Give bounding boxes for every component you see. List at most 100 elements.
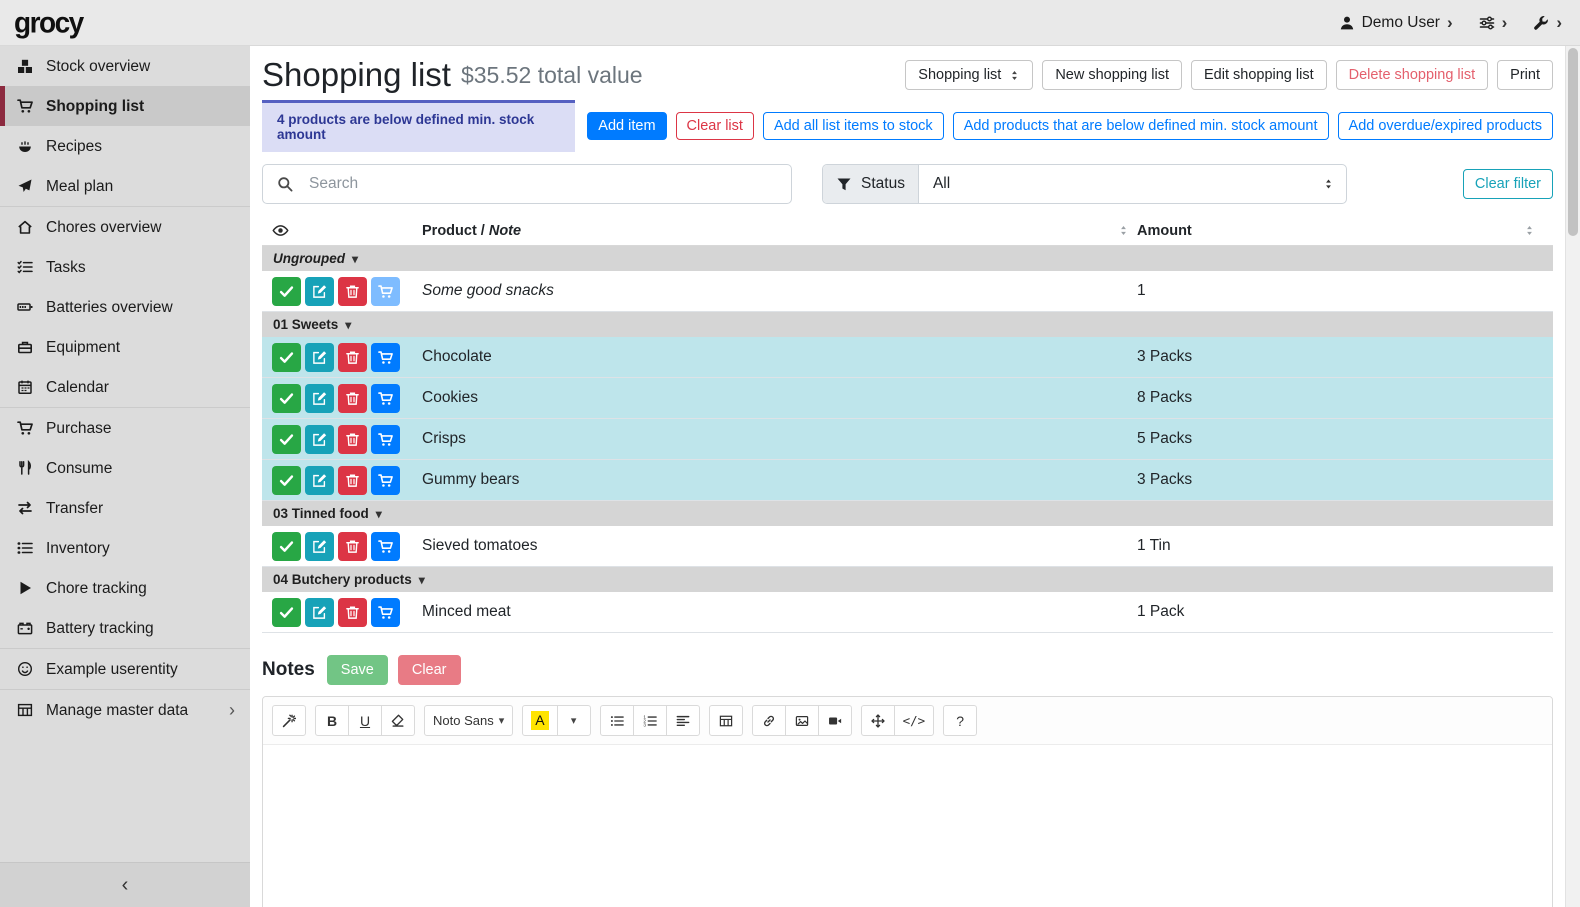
mark-done-button[interactable] [272,466,301,495]
edit-item-button[interactable] [305,384,334,413]
sidebar-item-recipes[interactable]: Recipes [0,126,250,166]
toggle-done-items-button[interactable] [272,222,289,239]
scrollbar-thumb[interactable] [1568,48,1578,236]
code-view-button[interactable]: </> [894,705,935,736]
underline-button[interactable]: U [348,705,382,736]
sort-icon[interactable] [1118,224,1129,237]
add-to-stock-button[interactable] [371,466,400,495]
delete-shopping-list-button[interactable]: Delete shopping list [1336,60,1489,90]
mark-done-button[interactable] [272,425,301,454]
delete-item-button[interactable] [338,466,367,495]
sidebar-item-equipment[interactable]: Equipment [0,327,250,367]
sidebar-item-example-userentity[interactable]: Example userentity [0,648,250,689]
save-notes-button[interactable]: Save [327,655,388,685]
sidebar-item-shopping-list[interactable]: Shopping list [0,86,250,126]
edit-item-button[interactable] [305,425,334,454]
wrench-icon [1533,15,1549,31]
ordered-list-button[interactable] [633,705,667,736]
sidebar-item-transfer[interactable]: Transfer [0,488,250,528]
group-header-butchery-products[interactable]: 04 Butchery products▾ [262,567,1553,592]
sidebar-item-calendar[interactable]: Calendar [0,367,250,407]
notes-title: Notes [262,659,315,681]
insert-link-button[interactable] [752,705,786,736]
sidebar-item-meal-plan[interactable]: Meal plan [0,166,250,206]
paragraph-align-button[interactable] [666,705,700,736]
clear-notes-button[interactable]: Clear [398,655,461,685]
clear-filter-button[interactable]: Clear filter [1463,169,1553,199]
bold-button[interactable]: B [315,705,349,736]
group-header-tinned-food[interactable]: 03 Tinned food▾ [262,501,1553,526]
product-name: Crisps [422,430,1137,448]
mark-done-button[interactable] [272,532,301,561]
add-to-stock-button[interactable] [371,598,400,627]
add-to-stock-button[interactable] [371,532,400,561]
highlight-color-dropdown[interactable]: ▾ [557,705,591,736]
group-header-ungrouped[interactable]: Ungrouped▾ [262,246,1553,271]
notes-text-area[interactable] [263,745,1552,907]
delete-item-button[interactable] [338,532,367,561]
edit-item-button[interactable] [305,343,334,372]
fullscreen-button[interactable] [861,705,895,736]
edit-item-button[interactable] [305,466,334,495]
sidebar-item-consume[interactable]: Consume [0,448,250,488]
collapse-sidebar-button[interactable]: ‹ [0,862,250,907]
mark-done-button[interactable] [272,343,301,372]
min-stock-alert[interactable]: 4 products are below defined min. stock … [262,100,575,152]
highlight-color-button[interactable]: A [522,705,557,736]
sidebar-item-purchase[interactable]: Purchase [0,407,250,448]
edit-item-button[interactable] [305,532,334,561]
video-icon [828,714,842,728]
help-button[interactable]: ? [943,705,977,736]
mark-done-button[interactable] [272,384,301,413]
edit-item-button[interactable] [305,598,334,627]
sidebar-item-chores-overview[interactable]: Chores overview [0,206,250,247]
search-input[interactable] [307,165,791,203]
add-to-stock-button[interactable] [371,425,400,454]
insert-image-button[interactable] [785,705,819,736]
sidebar-item-tasks[interactable]: Tasks [0,247,250,287]
scrollbar[interactable] [1565,46,1580,907]
mark-done-button[interactable] [272,598,301,627]
sidebar-item-batteries-overview[interactable]: Batteries overview [0,287,250,327]
amount-header[interactable]: Amount [1137,223,1192,239]
magic-style-button[interactable] [272,705,306,736]
clear-list-button[interactable]: Clear list [676,112,754,140]
delete-item-button[interactable] [338,425,367,454]
add-to-stock-button[interactable] [371,343,400,372]
mark-done-button[interactable] [272,277,301,306]
status-filter-select[interactable]: All [919,165,1346,203]
delete-item-button[interactable] [338,277,367,306]
trash-icon [345,473,360,488]
utensils-icon [15,460,35,476]
group-header-sweets[interactable]: 01 Sweets▾ [262,312,1553,337]
sidebar-item-battery-tracking[interactable]: Battery tracking [0,608,250,648]
delete-item-button[interactable] [338,384,367,413]
admin-menu[interactable]: › [1533,14,1562,31]
product-note-header[interactable]: Product /Note [422,223,521,239]
sort-icon[interactable] [1524,224,1535,237]
print-button[interactable]: Print [1497,60,1553,90]
sidebar-item-inventory[interactable]: Inventory [0,528,250,568]
delete-item-button[interactable] [338,598,367,627]
unordered-list-button[interactable] [600,705,634,736]
add-all-to-stock-button[interactable]: Add all list items to stock [763,112,944,140]
add-below-min-stock-button[interactable]: Add products that are below defined min.… [953,112,1329,140]
add-item-button[interactable]: Add item [587,112,666,140]
insert-video-button[interactable] [818,705,852,736]
sidebar-item-manage-master-data[interactable]: Manage master data› [0,689,250,730]
shopping-list-selector[interactable]: Shopping list [905,60,1033,90]
add-overdue-button[interactable]: Add overdue/expired products [1338,112,1553,140]
settings-menu[interactable]: › [1479,14,1508,31]
user-menu[interactable]: Demo User › [1339,14,1453,32]
font-family-dropdown[interactable]: Noto Sans▾ [424,705,513,736]
new-shopping-list-button[interactable]: New shopping list [1042,60,1182,90]
sidebar-item-chore-tracking[interactable]: Chore tracking [0,568,250,608]
clear-formatting-button[interactable] [381,705,415,736]
edit-shopping-list-button[interactable]: Edit shopping list [1191,60,1327,90]
delete-item-button[interactable] [338,343,367,372]
insert-table-button[interactable] [709,705,743,736]
add-to-stock-button[interactable] [371,384,400,413]
sidebar-item-stock-overview[interactable]: Stock overview [0,46,250,86]
add-to-stock-button[interactable] [371,277,400,306]
edit-item-button[interactable] [305,277,334,306]
